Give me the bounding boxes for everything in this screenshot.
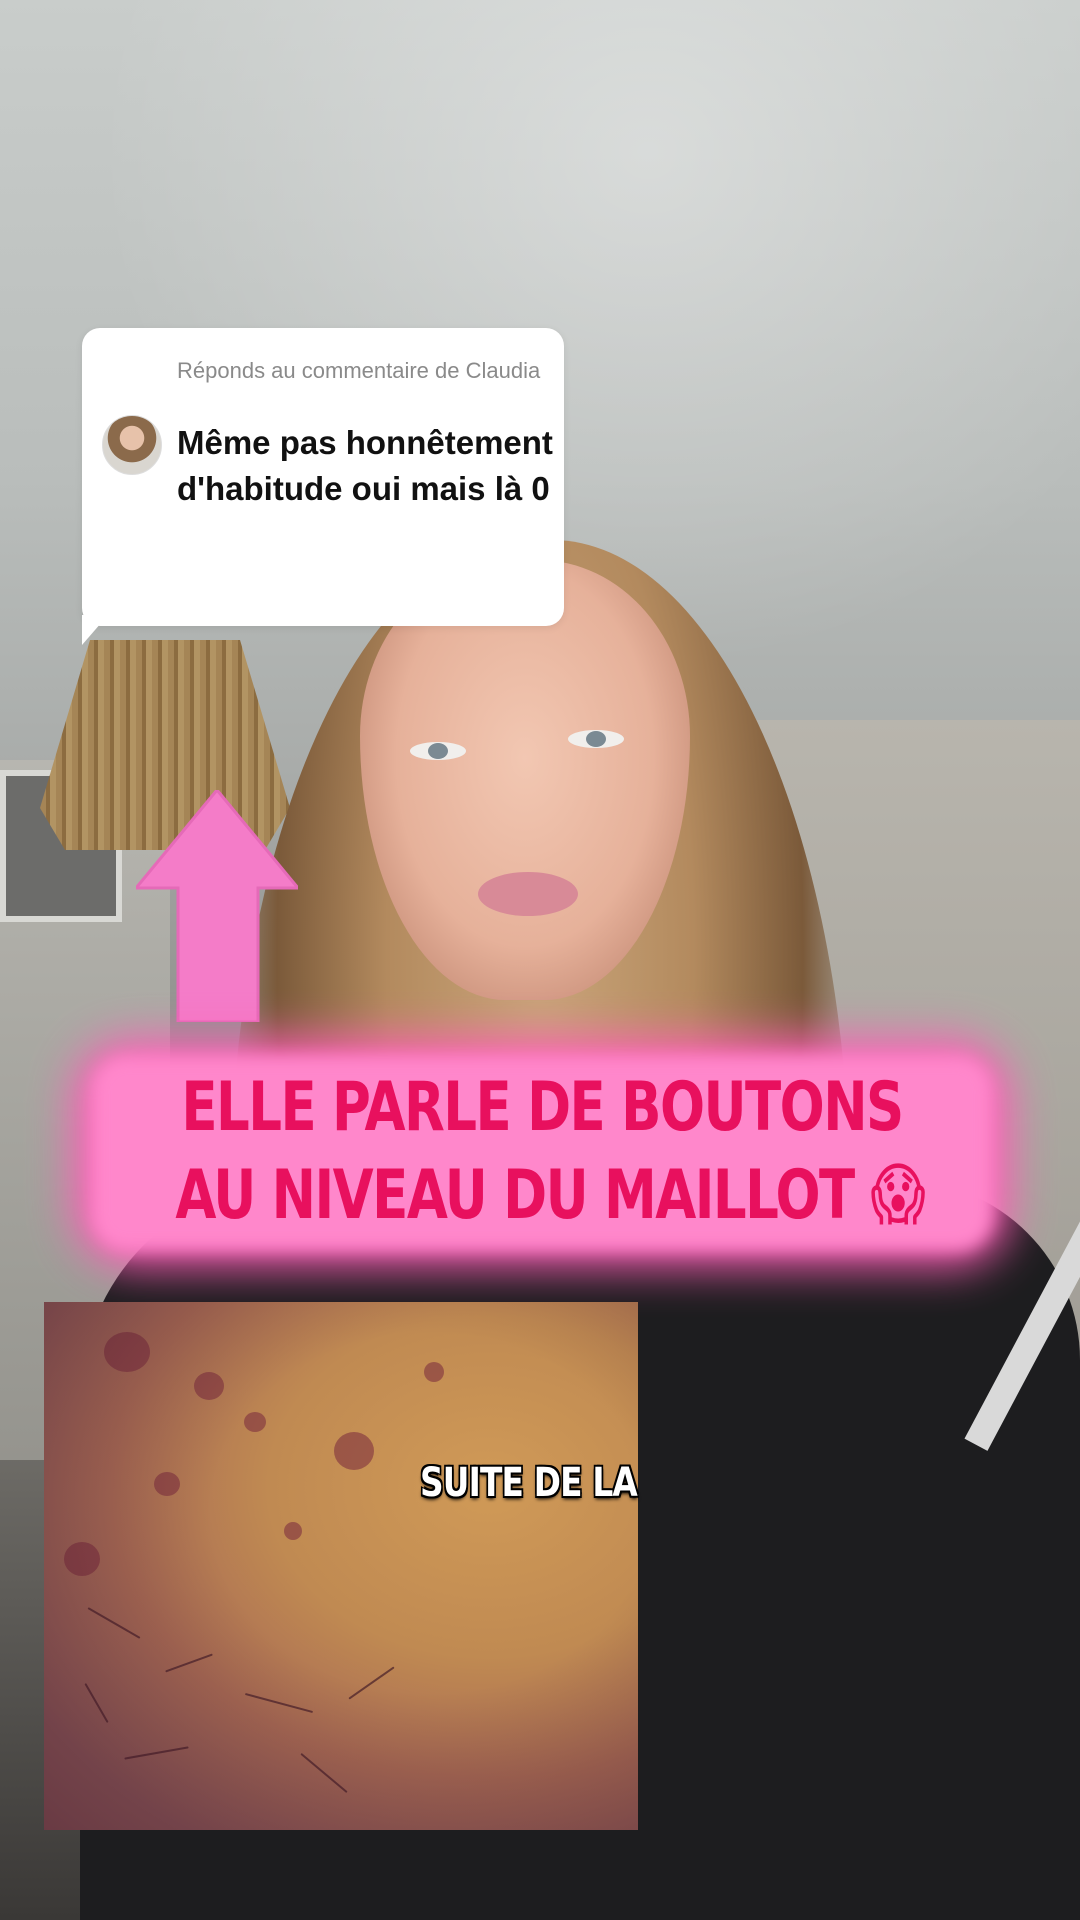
person-face <box>360 560 690 1000</box>
up-arrow-icon <box>136 790 298 1022</box>
image-vignette <box>44 1302 638 1830</box>
caption-line-2: au niveau du maillot 😱 <box>175 1156 925 1235</box>
neon-caption: Elle parle de boutons au niveau du maill… <box>72 1038 1012 1268</box>
person-eye-left <box>410 742 466 760</box>
person-eye-right <box>568 730 624 748</box>
person-lips <box>478 872 578 916</box>
comment-reply-label: Réponds au commentaire de Claudia <box>177 358 541 383</box>
skin-closeup-image <box>44 1302 638 1830</box>
scream-emoji-icon: 😱 <box>870 1156 926 1235</box>
comment-bubble-tail <box>82 615 108 645</box>
video-subtitle: SUITE DE LA <box>420 1460 638 1506</box>
user-avatar-icon <box>102 415 162 475</box>
caption-line-1: Elle parle de boutons <box>181 1068 904 1147</box>
comment-text: Même pas honnêtement d'habitude oui mais… <box>177 424 553 507</box>
